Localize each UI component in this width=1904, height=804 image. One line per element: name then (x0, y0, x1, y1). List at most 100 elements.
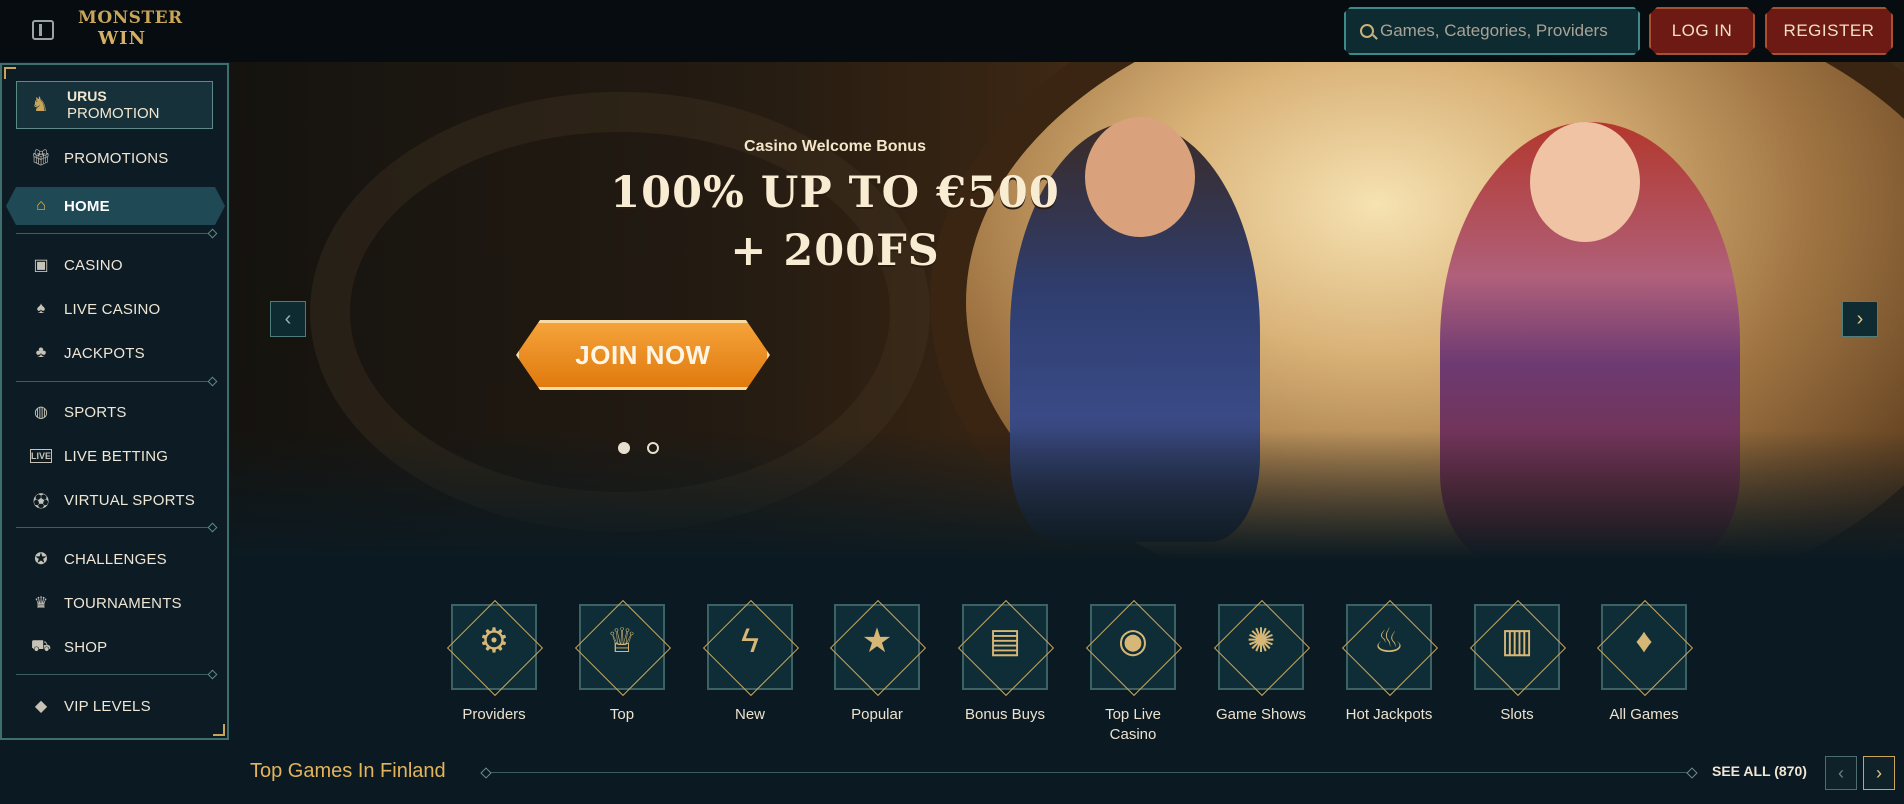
star-icon: ★ (861, 622, 893, 660)
category-label: All Games (1609, 706, 1679, 723)
carousel-dot-1[interactable] (618, 442, 630, 454)
hero-subtitle: Casino Welcome Bonus (744, 138, 926, 155)
sidebar-item-vip-levels[interactable]: ◆ VIP LEVELS (2, 687, 227, 725)
sidebar-item-label: HOME (64, 197, 110, 215)
see-all-link[interactable]: SEE ALL (870) (1712, 763, 1807, 779)
section-divider (486, 772, 1692, 773)
category-game-shows[interactable]: ✺ Game Shows (1201, 604, 1321, 749)
sidebar-item-tournaments[interactable]: ♛ TOURNAMENTS (2, 584, 227, 622)
clover-icon: ♣ (35, 344, 47, 361)
sidebar-item-shop[interactable]: ⛟ SHOP (2, 628, 227, 666)
home-icon: ⌂ (36, 197, 46, 214)
category-label: Slots (1500, 706, 1534, 723)
search-icon (1360, 24, 1374, 38)
slot-machine-icon: ▣ (33, 257, 49, 274)
category-label: Top Live Casino (1105, 706, 1161, 743)
hero-headline-line1: 100% UP TO €500 (610, 168, 1060, 218)
section-prev-button[interactable]: ‹ (1825, 756, 1857, 790)
hero-headline: 100% UP TO €500 + 200FS (600, 164, 1070, 280)
flame-icon: ♨ (1373, 622, 1405, 660)
category-providers[interactable]: ⚙ Providers (434, 604, 554, 749)
hero-headline-line2: + 200FS (730, 226, 940, 276)
hero-character-woman-head (1530, 122, 1640, 242)
category-new[interactable]: ϟ New (690, 604, 810, 749)
sidebar-item-label: CASINO (64, 256, 123, 274)
logo-text-bottom: WIN (97, 28, 147, 49)
sidebar-item-home[interactable]: ⌂ HOME (6, 187, 225, 225)
search-input[interactable] (1380, 9, 1636, 53)
live-icon: LIVE (30, 449, 52, 463)
soccer-ball-icon: ⚽︎ (32, 494, 49, 511)
sidebar-item-promotions[interactable]: 🎁︎ PROMOTIONS (2, 139, 227, 177)
sidebar-item-live-betting[interactable]: LIVE LIVE BETTING (2, 437, 227, 475)
category-hot-jackpots[interactable]: ♨ Hot Jackpots (1329, 604, 1449, 749)
search-box[interactable] (1344, 7, 1640, 55)
basketball-icon: ◍ (34, 404, 48, 421)
sidebar-divider (16, 233, 213, 234)
category-popular[interactable]: ★ Popular (817, 604, 937, 749)
sidebar-divider (16, 527, 213, 528)
logo-text-top: MONSTER (78, 8, 183, 28)
bull-icon: ♞ (31, 94, 49, 116)
sidebar-divider (16, 381, 213, 382)
sidebar-item-jackpots[interactable]: ♣ JACKPOTS (2, 334, 227, 372)
category-label: Providers (462, 706, 526, 723)
sidebar-item-virtual-sports[interactable]: ⚽︎ VIRTUAL SPORTS (2, 481, 227, 519)
sidebar-item-label: SPORTS (64, 403, 127, 421)
category-all-games[interactable]: ♦ All Games (1584, 604, 1704, 749)
sidebar-item-label: LIVE CASINO (64, 300, 161, 318)
login-button[interactable]: LOG IN (1649, 7, 1755, 55)
sidebar-item-label: PROMOTIONS (64, 149, 169, 167)
category-bonus-buys[interactable]: ▤ Bonus Buys (945, 604, 1065, 749)
category-label: New (734, 706, 765, 723)
shopping-bag-icon: ⛟ (30, 638, 52, 655)
poker-chip-icon: ◉ (1118, 622, 1148, 660)
chevron-left-icon: ‹ (284, 307, 292, 330)
chevron-right-icon: › (1856, 307, 1864, 330)
top-header: MONSTER WIN LOG IN REGISTER (0, 0, 1904, 62)
sidebar-item-label: VIRTUAL SPORTS (64, 491, 195, 509)
sidebar: ♞ URUS PROMOTION 🎁︎ PROMOTIONS ⌂ HOME ▣ … (0, 63, 229, 740)
urus-promotion-card[interactable]: ♞ URUS PROMOTION (16, 81, 213, 129)
category-label: Top (609, 706, 635, 723)
category-label: Bonus Buys (964, 706, 1046, 723)
gift-icon: 🎁︎ (30, 150, 52, 167)
chevron-right-icon: › (1876, 762, 1882, 783)
slot-machine-icon: ▥ (1500, 622, 1534, 660)
diamond-icon: ◆ (34, 698, 48, 715)
register-button[interactable]: REGISTER (1765, 7, 1893, 55)
sidebar-item-label: JACKPOTS (64, 344, 145, 362)
hero-banner[interactable]: Casino Welcome Bonus 100% UP TO €500 + 2… (230, 62, 1904, 560)
sidebar-item-sports[interactable]: ◍ SPORTS (2, 393, 227, 431)
category-slots[interactable]: ▥ Slots (1457, 604, 1577, 749)
sidebar-item-casino[interactable]: ▣ CASINO (2, 246, 227, 284)
promo-card-subtitle: PROMOTION (67, 105, 160, 122)
carousel-next-button[interactable]: › (1842, 301, 1878, 337)
promo-card-title: URUS (67, 88, 107, 104)
sidebar-item-challenges[interactable]: ✪ CHALLENGES (2, 540, 227, 578)
category-top[interactable]: ♕ Top (562, 604, 682, 749)
wheel-icon: ✺ (1246, 622, 1276, 660)
lightning-icon: ϟ (741, 621, 759, 660)
trophy-icon: ♛ (33, 595, 49, 612)
logo[interactable]: MONSTER WIN (78, 8, 183, 55)
category-label: Popular (851, 706, 903, 723)
carousel-dot-2[interactable] (647, 442, 659, 454)
section-next-button[interactable]: › (1863, 756, 1895, 790)
join-now-button[interactable]: JOIN NOW (516, 320, 770, 390)
sidebar-toggle-icon[interactable] (32, 20, 54, 40)
section-title: Top Games In Finland (250, 760, 446, 782)
book-gear-icon: ⚙ (478, 622, 510, 660)
category-label: Hot Jackpots (1345, 706, 1433, 723)
sidebar-item-label: CHALLENGES (64, 550, 167, 568)
sidebar-item-label: SHOP (64, 638, 108, 656)
medal-icon: ✪ (34, 551, 48, 568)
category-label: Game Shows (1215, 706, 1307, 723)
hero-character-man-head (1085, 117, 1195, 237)
carousel-prev-button[interactable]: ‹ (270, 301, 306, 337)
treasure-chest-icon: ▤ (988, 622, 1022, 660)
sidebar-item-label: TOURNAMENTS (64, 594, 182, 612)
category-top-live-casino[interactable]: ◉ Top Live Casino (1073, 604, 1193, 749)
diamond-cherries-icon: ♦ (1635, 621, 1653, 660)
sidebar-item-live-casino[interactable]: ♠ LIVE CASINO (2, 290, 227, 328)
